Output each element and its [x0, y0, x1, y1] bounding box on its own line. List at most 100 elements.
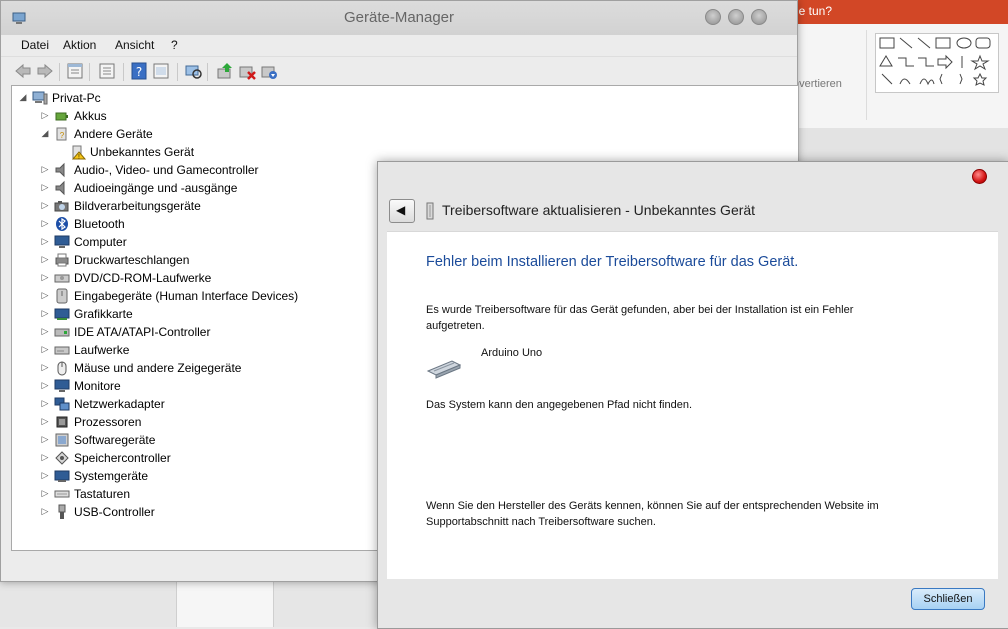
- expand-icon[interactable]: ▷: [40, 326, 50, 336]
- tree-item-label: Systemgeräte: [74, 469, 149, 483]
- hid-icon: [56, 288, 68, 304]
- help-icon[interactable]: ?: [129, 61, 149, 81]
- close-button[interactable]: [751, 9, 767, 25]
- background-ribbon-titlebar: ie tun?: [780, 0, 1008, 24]
- error-message-line1: Es wurde Treibersoftware für das Gerät g…: [426, 304, 854, 316]
- expand-icon[interactable]: ▷: [40, 236, 50, 246]
- expand-icon[interactable]: ▷: [40, 362, 50, 372]
- menu-aktion[interactable]: Aktion: [63, 38, 96, 52]
- network-icon: [54, 397, 70, 411]
- tree-item-label: Unbekanntes Gerät: [90, 145, 195, 159]
- expand-icon[interactable]: ▷: [40, 164, 50, 174]
- toolbar-separator: [59, 63, 60, 81]
- monitor-icon: [54, 235, 70, 248]
- tree-item-label: Laufwerke: [74, 343, 130, 357]
- forward-icon[interactable]: [35, 61, 55, 81]
- tree-item-label: Audio-, Video- und Gamecontroller: [74, 163, 259, 177]
- display-adapter-icon: [54, 308, 70, 320]
- collapse-icon[interactable]: ◢: [18, 92, 28, 102]
- mouse-icon: [57, 361, 67, 376]
- tree-item-label: Softwaregeräte: [74, 433, 156, 447]
- expand-icon[interactable]: ▷: [40, 470, 50, 480]
- speaker-icon: [55, 180, 65, 196]
- expand-icon[interactable]: ▷: [40, 182, 50, 192]
- properties-icon[interactable]: [65, 61, 85, 81]
- back-icon[interactable]: [13, 61, 33, 81]
- device-manager-titlebar[interactable]: Geräte-Manager: [1, 1, 797, 35]
- expand-icon[interactable]: ▷: [40, 110, 50, 120]
- camera-icon: [54, 201, 69, 212]
- tree-item-label: Akkus: [74, 109, 107, 123]
- expand-icon[interactable]: ▷: [40, 434, 50, 444]
- expand-icon[interactable]: ▷: [40, 344, 50, 354]
- view-icon[interactable]: [97, 61, 117, 81]
- tree-item-label: IDE ATA/ATAPI-Controller: [74, 325, 211, 339]
- background-column: [176, 580, 274, 627]
- speaker-icon: [55, 162, 65, 178]
- background-ribbon-tellme[interactable]: ie tun?: [796, 4, 832, 18]
- toolbar-separator: [89, 63, 90, 81]
- menu-help[interactable]: ?: [171, 38, 178, 52]
- expand-icon[interactable]: ▷: [40, 308, 50, 318]
- keyboard-icon: [54, 490, 70, 498]
- device-manager-title: Geräte-Manager: [343, 9, 455, 26]
- scan-hardware-icon[interactable]: [183, 61, 203, 81]
- device-icon: [426, 202, 434, 220]
- dialog-content: Fehler beim Installieren der Treibersoft…: [387, 231, 998, 579]
- expand-icon[interactable]: ▷: [40, 380, 50, 390]
- tree-root-label: Privat-Pc: [52, 91, 101, 105]
- expand-icon[interactable]: ▷: [40, 200, 50, 210]
- disc-drive-icon: [54, 274, 70, 283]
- toolbar: ?: [1, 56, 797, 85]
- shape-gallery[interactable]: [875, 33, 999, 93]
- tree-item-label: Audioeingänge und -ausgänge: [74, 181, 238, 195]
- menu-datei[interactable]: Datei: [21, 38, 49, 52]
- expand-icon[interactable]: ▷: [40, 290, 50, 300]
- error-title: Fehler beim Installieren der Treibersoft…: [426, 254, 799, 270]
- toolbar-separator: [177, 63, 178, 81]
- update-driver-dialog: ◀ Treibersoftware aktualisieren - Unbeka…: [377, 161, 1008, 629]
- system-device-icon: [54, 470, 70, 482]
- expand-icon[interactable]: ▷: [40, 218, 50, 228]
- tree-item-label: Netzwerkadapter: [74, 397, 165, 411]
- close-dialog-button[interactable]: Schließen: [911, 588, 985, 610]
- expand-icon[interactable]: ▷: [40, 398, 50, 408]
- tree-item-label: Speichercontroller: [74, 451, 171, 465]
- tree-item-label: Druckwarteschlangen: [74, 253, 190, 267]
- error-message-line2: aufgetreten.: [426, 320, 485, 332]
- menu-ansicht[interactable]: Ansicht: [115, 38, 154, 52]
- usb-icon: [58, 504, 66, 519]
- back-button[interactable]: ◀: [389, 199, 415, 223]
- other-devices-icon: ?: [56, 127, 67, 141]
- background-bottom-panel: [0, 580, 380, 627]
- expand-icon[interactable]: ▷: [40, 452, 50, 462]
- device-name: Arduino Uno: [481, 347, 543, 359]
- expand-icon[interactable]: ▷: [40, 506, 50, 516]
- tree-item-label: DVD/CD-ROM-Laufwerke: [74, 271, 212, 285]
- storage-controller-icon: [55, 451, 69, 465]
- ribbon-separator: [866, 30, 867, 120]
- expand-icon[interactable]: ▷: [40, 272, 50, 282]
- expand-icon[interactable]: ▷: [40, 254, 50, 264]
- expand-icon: [56, 146, 66, 156]
- battery-icon: [55, 112, 68, 121]
- expand-icon[interactable]: ▷: [40, 416, 50, 426]
- uninstall-icon[interactable]: [237, 61, 257, 81]
- expand-icon[interactable]: ▷: [40, 488, 50, 498]
- tree-item-label: Bildverarbeitungsgeräte: [74, 199, 201, 213]
- collapse-icon[interactable]: ◢: [40, 128, 50, 138]
- toolbar-separator: [123, 63, 124, 81]
- update-driver-icon[interactable]: [215, 61, 235, 81]
- tree-item-label: Mäuse und andere Zeigegeräte: [74, 361, 242, 375]
- error-message: Es wurde Treibersoftware für das Gerät g…: [426, 302, 853, 334]
- disable-icon[interactable]: [259, 61, 279, 81]
- background-ribbon-label[interactable]: nvertieren: [793, 78, 842, 90]
- console-icon[interactable]: [151, 61, 171, 81]
- svg-text:?: ?: [136, 65, 142, 79]
- svg-text:?: ?: [60, 131, 65, 140]
- minimize-button[interactable]: [705, 9, 721, 25]
- maximize-button[interactable]: [728, 9, 744, 25]
- dialog-close-button[interactable]: [972, 169, 987, 184]
- software-device-icon: [55, 433, 69, 447]
- menu-bar: Datei Aktion Ansicht ?: [1, 35, 797, 55]
